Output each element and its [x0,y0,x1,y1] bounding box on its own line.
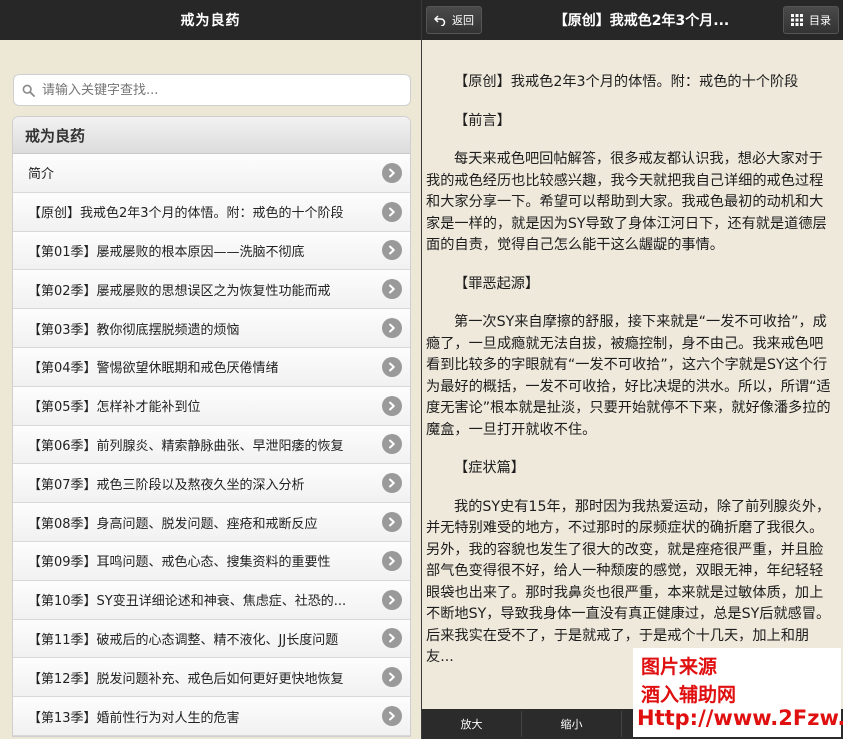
chevron-right-icon [382,356,402,377]
chapter-list-item-label: 【第08季】身高问题、脱发问题、痤疮和戒断反应 [28,516,318,532]
chevron-right-icon [382,512,402,533]
chapter-list-item-label: 【第02季】屡戒屡败的思想误区之为恢复性功能而戒 [28,283,331,299]
chevron-right-icon [382,628,402,649]
chapter-list-item[interactable]: 简介 [13,154,410,193]
zoom-in-button[interactable]: 放大 [422,711,522,737]
toc-button[interactable]: 目录 [783,6,839,34]
zoom-out-button[interactable]: 缩小 [522,711,622,737]
watermark-line: 图片来源 [641,656,718,678]
reader-header: 返回 【原创】我戒色2年3个月... 目录 [422,0,843,40]
chapter-list-item-label: 【第06季】前列腺炎、精索静脉曲张、早泄阳痿的恢复 [28,438,344,454]
chevron-right-icon [382,667,402,688]
watermark-line: Http://www.2Fzw.Cn [637,706,843,730]
section-heading: 【罪恶起源】 [454,275,540,292]
section-body: 第一次SY来自摩擦的舒服，接下来就是“一发不可收拾”，成瘾了，一旦成瘾就无法自拔… [426,314,831,438]
chapter-list-item[interactable]: 【第08季】身高问题、脱发问题、痤疮和戒断反应 [13,503,410,542]
section-body: 我的SY史有15年，那时因为我热爱运动，除了前列腺炎外，并无特别难受的地方，不过… [426,498,831,666]
article-body: 【原创】我戒色2年3个月的体悟。附：戒色的十个阶段 【前言】 每天来戒色吧回帖解… [422,40,843,709]
watermark: 图片来源 酒入辅助网 Http://www.2Fzw.Cn [633,648,843,737]
chapter-list-item-label: 【第01季】屡戒屡败的根本原因——洗脑不彻底 [28,244,305,260]
chapter-list-item[interactable]: 【第11季】破戒后的心态调整、精不液化、JJ长度问题 [13,619,410,659]
back-button[interactable]: 返回 [426,6,482,34]
chevron-right-icon [382,279,402,300]
chapter-list-item-label: 【第05季】怎样补才能补到位 [28,400,201,416]
chapter-list-item[interactable]: 【第03季】教你彻底摆脱频遗的烦恼 [13,309,410,348]
chapter-list-item[interactable]: 【第10季】SY变丑详细论述和神衰、焦虑症、社恐的... [13,580,410,620]
chapter-list-title: 戒为良药 [13,117,410,154]
chevron-right-icon [382,550,402,571]
chapter-list: 戒为良药 简介【原创】我戒色2年3个月的体悟。附：戒色的十个阶段 【第01季】屡戒… [12,116,411,737]
catalog-pane: 戒为良药 戒为良药 简介【原创】我戒色2年3个月的体悟。附：戒色的十个阶段【第0… [0,0,421,739]
chevron-right-icon [382,201,402,222]
chevron-right-icon [382,318,402,339]
chapter-list-item-label: 【第12季】脱发问题补充、戒色后如何更好更快地恢复 [28,671,344,687]
chevron-right-icon [382,434,402,455]
chapter-list-item-label: 【原创】我戒色2年3个月的体悟。附：戒色的十个阶段 [28,206,344,222]
chapter-list-item[interactable]: 【第01季】屡戒屡败的根本原因——洗脑不彻底 [13,231,410,271]
section-heading: 【症状篇】 [454,460,525,476]
reader-pane: 返回 【原创】我戒色2年3个月... 目录 【原创】我戒色2年3个月的体悟。附：… [422,0,843,739]
chapter-list-item-label: 简介 [28,167,55,183]
chapter-list-item-label: 【第13季】婚前性行为对人生的危害 [28,710,240,726]
chevron-right-icon [382,240,402,261]
chapter-list-item[interactable]: 【第06季】前列腺炎、精索静脉曲张、早泄阳痿的恢复 [13,425,410,465]
section-body: 每天来戒色吧回帖解答，很多戒友都认识我，想必大家对于我的戒色经历也比较感兴趣，我… [426,151,827,253]
section-heading: 【前言】 [454,112,511,129]
app-root: 戒为良药 戒为良药 简介【原创】我戒色2年3个月的体悟。附：戒色的十个阶段【第0… [0,0,843,739]
chapter-list-item[interactable]: 【第02季】屡戒屡败的思想误区之为恢复性功能而戒 [13,270,410,310]
watermark-line: 酒入辅助网 [641,684,737,706]
chapter-list-item[interactable]: 【原创】我戒色2年3个月的体悟。附：戒色的十个阶段 [13,192,410,232]
grid-icon [791,14,803,26]
back-arrow-icon [434,15,446,26]
chevron-right-icon [382,162,402,183]
chapter-list-item[interactable]: 【第05季】怎样补才能补到位 [13,386,410,426]
chapter-list-item[interactable]: 【第09季】耳鸣问题、戒色心态、搜集资料的重要性 [13,541,410,581]
chapter-list-item[interactable]: 【第04季】警惕欲望休眠期和戒色厌倦情绪 [13,347,410,387]
catalog-header: 戒为良药 [0,0,421,40]
reader-title: 【原创】我戒色2年3个月... [553,13,730,29]
chapter-list-item-label: 【第11季】破戒后的心态调整、精不液化、JJ长度问题 [28,632,339,648]
chevron-right-icon [382,706,402,727]
chapter-list-item-label: 【第04季】警惕欲望休眠期和戒色厌倦情绪 [28,361,279,377]
chapter-list-item[interactable]: 【第07季】戒色三阶段以及熬夜久坐的深入分析 [13,464,410,504]
chapter-list-item[interactable]: 【第12季】脱发问题补充、戒色后如何更好更快地恢复 [13,658,410,698]
chevron-right-icon [382,473,402,494]
chapter-list-item[interactable]: 【第13季】婚前性行为对人生的危害 [13,697,410,736]
chapter-list-item-label: 【第09季】耳鸣问题、戒色心态、搜集资料的重要性 [28,555,331,571]
chevron-right-icon [382,589,402,610]
search-input[interactable] [42,82,410,98]
toc-label: 目录 [809,14,831,27]
chevron-right-icon [382,395,402,416]
chapter-list-item-label: 【第07季】戒色三阶段以及熬夜久坐的深入分析 [28,477,305,493]
article-title: 【原创】我戒色2年3个月的体悟。附：戒色的十个阶段 [454,74,799,90]
chapter-list-item-label: 【第10季】SY变丑详细论述和神衰、焦虑症、社恐的... [28,594,347,610]
search-box[interactable] [13,74,411,106]
catalog-title: 戒为良药 [180,13,241,29]
back-label: 返回 [452,14,474,27]
search-icon [20,82,36,98]
chapter-list-item-label: 【第03季】教你彻底摆脱频遗的烦恼 [28,322,240,338]
